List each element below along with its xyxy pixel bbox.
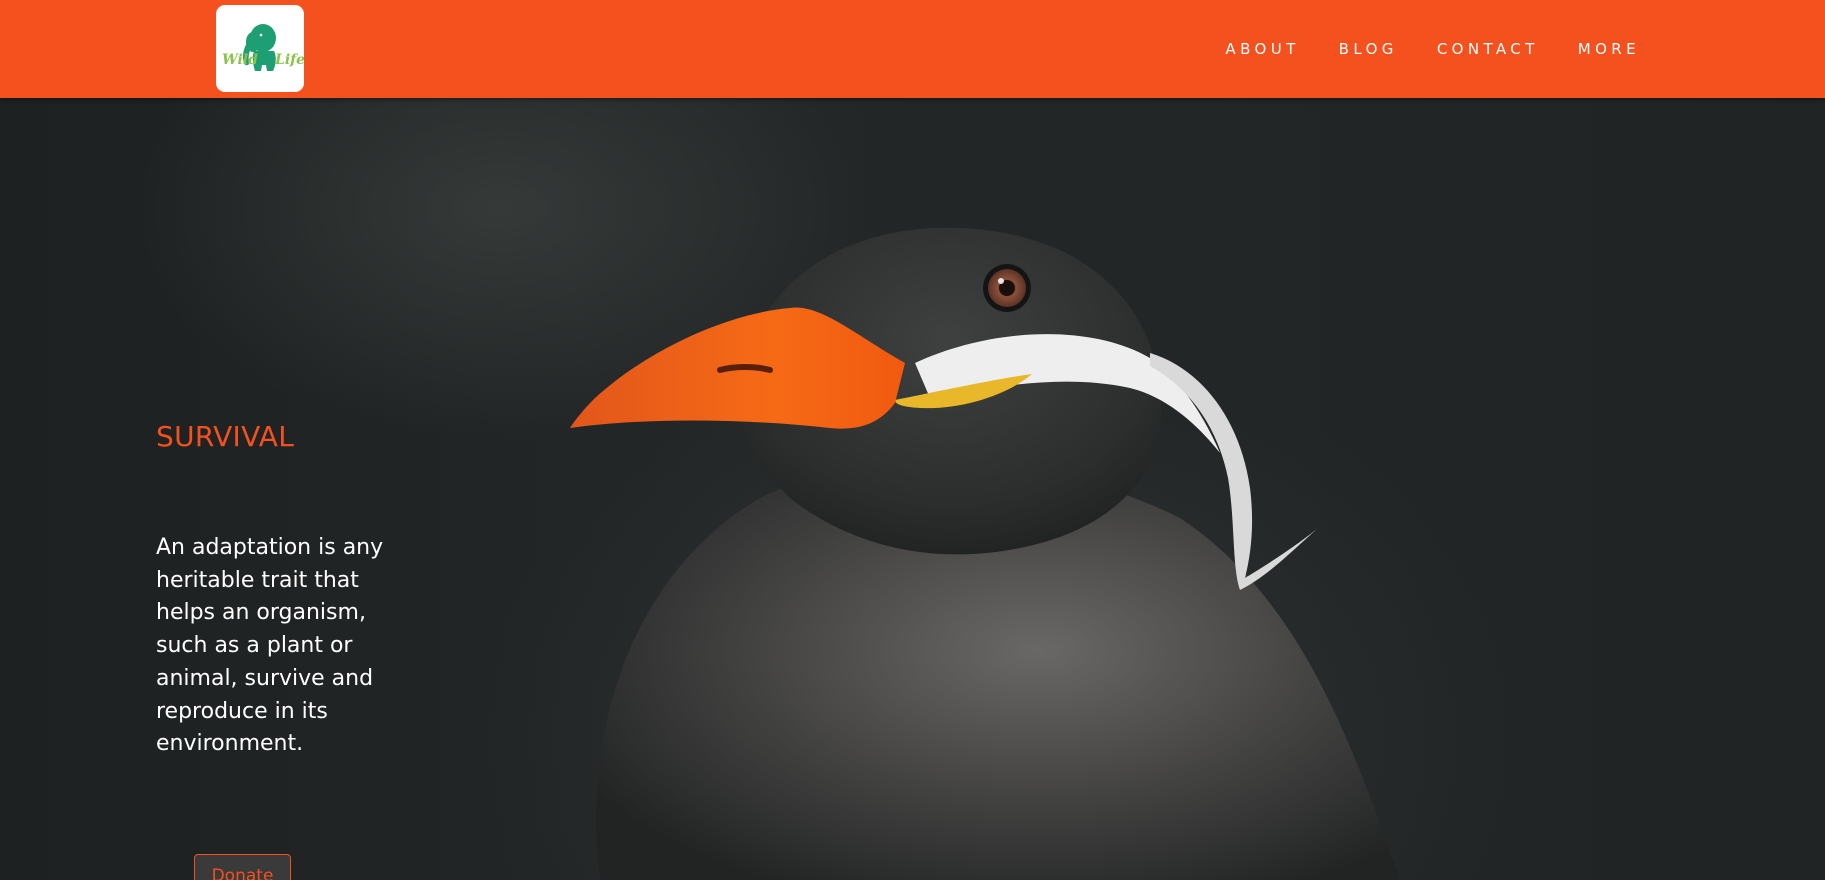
tern-bird-photo: [570, 227, 1400, 880]
elephant-icon: Wild Life: [222, 24, 304, 71]
logo-text-life: Life: [274, 52, 304, 68]
main-nav: ABOUT BLOG CONTACT MORE: [1225, 0, 1640, 98]
hero-title: SURVIVAL: [156, 420, 295, 453]
hero-section: SURVIVAL An adaptation is any heritable …: [0, 98, 1825, 880]
nav-contact[interactable]: CONTACT: [1437, 40, 1539, 58]
logo[interactable]: Wild Life: [216, 5, 304, 92]
site-header: Wild Life ABOUT BLOG CONTACT MORE: [0, 0, 1825, 98]
nav-blog[interactable]: BLOG: [1339, 40, 1398, 58]
hero-description: An adaptation is any heritable trait tha…: [156, 535, 384, 757]
logo-text-wild: Wild: [222, 52, 258, 68]
nav-more[interactable]: MORE: [1578, 40, 1640, 58]
donate-button[interactable]: Donate: [194, 854, 291, 880]
nav-about[interactable]: ABOUT: [1225, 40, 1299, 58]
page: Wild Life ABOUT BLOG CONTACT MORE SURVIV…: [0, 0, 1825, 880]
